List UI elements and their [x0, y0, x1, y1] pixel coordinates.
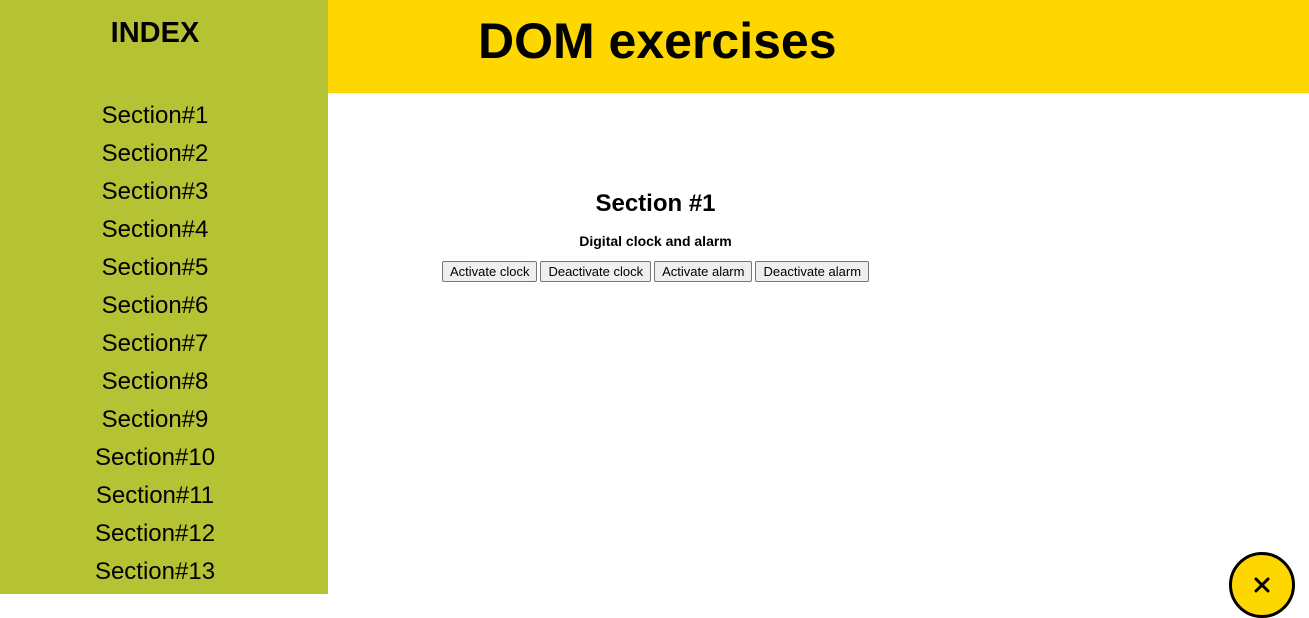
close-menu-button[interactable] [1229, 552, 1295, 618]
section-subtitle: Digital clock and alarm [579, 233, 732, 249]
sidebar-item-section-2[interactable]: Section#2 [0, 137, 310, 175]
section-title: Section #1 [595, 190, 716, 217]
sidebar-item-section-8[interactable]: Section#8 [0, 365, 310, 403]
sidebar-item-section-4[interactable]: Section#4 [0, 213, 310, 251]
close-icon [1254, 577, 1270, 593]
activate-alarm-button[interactable]: Activate alarm [654, 261, 753, 282]
sidebar-item-section-11[interactable]: Section#11 [0, 479, 310, 517]
sidebar-item-section-12[interactable]: Section#12 [0, 517, 310, 555]
sidebar-item-section-3[interactable]: Section#3 [0, 175, 310, 213]
deactivate-alarm-button[interactable]: Deactivate alarm [755, 261, 870, 282]
sidebar: INDEX Section#1 Section#2 Section#3 Sect… [0, 0, 328, 594]
sidebar-item-section-13[interactable]: Section#13 [0, 555, 310, 593]
page-title: DOM exercises [478, 13, 837, 69]
sidebar-item-section-5[interactable]: Section#5 [0, 251, 310, 289]
clock-button-row: Activate clock Deactivate clock Activate… [328, 261, 983, 282]
sidebar-item-section-7[interactable]: Section#7 [0, 327, 310, 365]
deactivate-clock-button[interactable]: Deactivate clock [540, 261, 652, 282]
page-header: DOM exercises [328, 0, 1309, 93]
sidebar-title: INDEX [110, 17, 200, 49]
sidebar-item-section-6[interactable]: Section#6 [0, 289, 310, 327]
activate-clock-button[interactable]: Activate clock [441, 261, 538, 282]
sidebar-item-section-10[interactable]: Section#10 [0, 441, 310, 479]
sidebar-list: Section#1 Section#2 Section#3 Section#4 … [0, 99, 310, 593]
sidebar-item-section-9[interactable]: Section#9 [0, 403, 310, 441]
sidebar-item-section-1[interactable]: Section#1 [0, 99, 310, 137]
